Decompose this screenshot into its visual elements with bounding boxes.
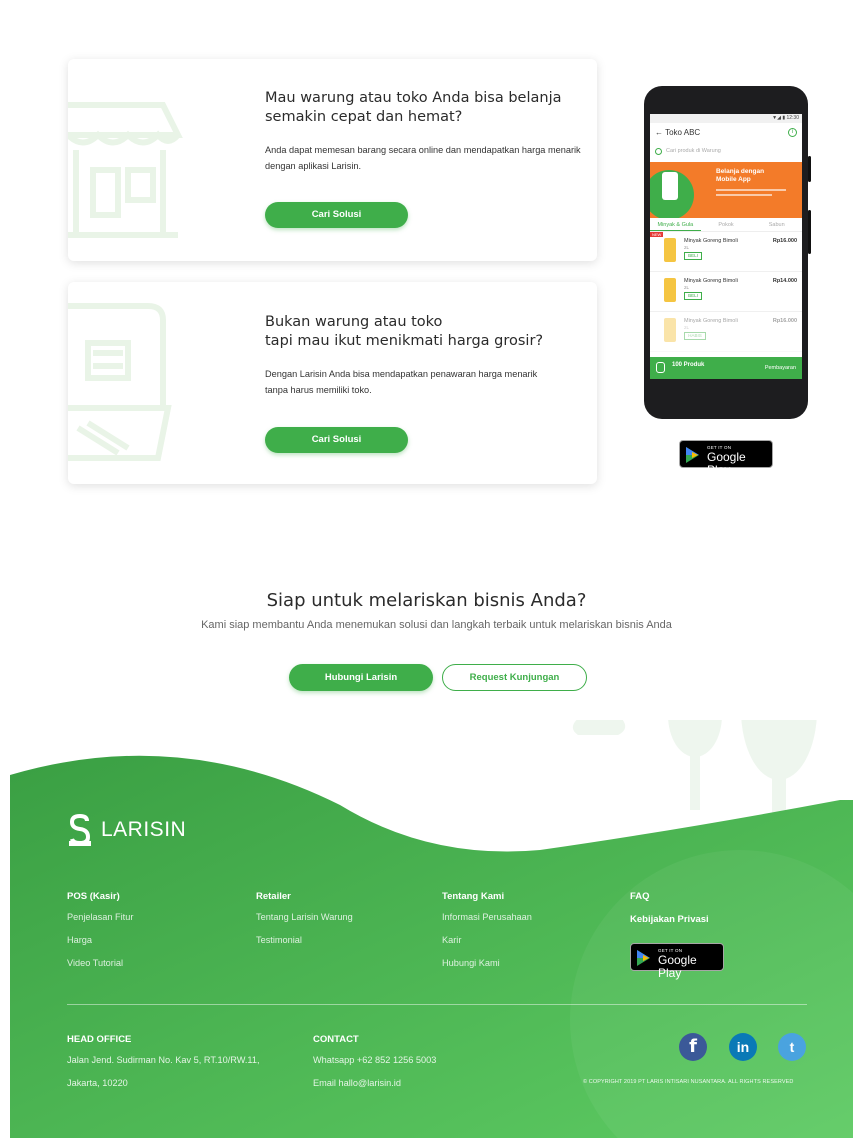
privacy-policy-link[interactable]: Kebijakan Privasi <box>630 914 709 925</box>
google-play-icon-part <box>643 955 649 961</box>
footer-heading[interactable]: Retailer <box>256 891 353 902</box>
page: Mau warung atau toko Anda bisa belanja s… <box>0 0 853 1138</box>
search-placeholder: Cari produk di Warung <box>666 148 721 154</box>
cta-subtitle: Kami siap membantu Anda menemukan solusi… <box>201 619 672 631</box>
product-name: Minyak Goreng Bimoli <box>684 278 738 284</box>
tab-pokok[interactable]: Pokok <box>701 218 752 231</box>
badge-big-text: Google Play <box>658 953 697 980</box>
larisin-logo[interactable]: LARISIN <box>67 812 186 847</box>
product-image <box>664 238 676 262</box>
faq-link[interactable]: FAQ <box>630 891 709 902</box>
card-title: Bukan warung atau toko tapi mau ikut men… <box>265 314 544 349</box>
footer-link[interactable]: Informasi Perusahaan <box>442 911 532 923</box>
larisin-logo-icon <box>69 813 91 846</box>
cari-solusi-button[interactable]: Cari Solusi <box>265 202 408 228</box>
promo-banner[interactable]: Belanja dengan Mobile App <box>650 162 802 218</box>
card-title: Mau warung atau toko Anda bisa belanja s… <box>265 90 562 125</box>
app-bar: ← Toko ABC i <box>650 123 802 142</box>
contact-heading: CONTACT <box>313 1034 359 1045</box>
product-price: Rp14.000 <box>772 278 797 284</box>
product-item[interactable]: Minyak Goreng Bimoli Rp16.000 2L HABIS <box>650 312 802 352</box>
tab-minyak-gula[interactable]: Minyak & Gula <box>650 218 701 231</box>
solution-card-grosir: Bukan warung atau toko tapi mau ikut men… <box>68 282 597 484</box>
banner-text-line <box>716 189 786 191</box>
contact: CONTACT Whatsapp +62 852 1256 5003 Email… <box>313 1034 436 1100</box>
buy-button[interactable]: BELI <box>684 252 702 260</box>
solution-card-warung: Mau warung atau toko Anda bisa belanja s… <box>68 59 597 261</box>
facebook-icon[interactable]: f <box>679 1033 707 1061</box>
request-kunjungan-button[interactable]: Request Kunjungan <box>442 664 587 691</box>
product-size: 2L <box>684 285 690 290</box>
product-size: 2L <box>684 245 690 250</box>
footer-link[interactable]: Testimonial <box>256 934 353 946</box>
footer-heading[interactable]: POS (Kasir) <box>67 891 133 902</box>
cart-bar[interactable]: 100 Produk Pembayaran <box>650 357 802 379</box>
hubungi-larisin-button[interactable]: Hubungi Larisin <box>289 664 433 691</box>
sold-out-label: HABIS <box>684 332 706 340</box>
product-item[interactable]: Minyak Goreng Bimoli Rp14.000 2L BELI <box>650 272 802 312</box>
footer-link[interactable]: Penjelasan Fitur <box>67 911 133 923</box>
footer-link[interactable]: Video Tutorial <box>67 957 133 969</box>
footer-link[interactable]: Karir <box>442 934 532 946</box>
footer-link[interactable]: Hubungi Kami <box>442 957 532 969</box>
banner-title: Belanja dengan Mobile App <box>716 168 765 183</box>
cari-solusi-button[interactable]: Cari Solusi <box>265 427 408 453</box>
head-office-heading: HEAD OFFICE <box>67 1034 132 1045</box>
phone-screen: ▼◢ ▮ 12:30 ← Toko ABC i Cari produk di W… <box>650 114 802 379</box>
card-body: Anda dapat memesan barang secara online … <box>265 145 581 171</box>
google-play-icon-part <box>692 452 698 458</box>
product-image <box>664 278 676 302</box>
phone-mockup: ▼◢ ▮ 12:30 ← Toko ABC i Cari produk di W… <box>644 86 811 419</box>
card-body: Dengan Larisin Anda bisa mendapatkan pen… <box>265 369 538 395</box>
mini-phone-illustration <box>662 172 678 200</box>
store-name[interactable]: ← Toko ABC <box>655 128 700 137</box>
product-price: Rp16.000 <box>772 238 797 244</box>
category-tabs: Minyak & Gula Pokok Sabun <box>650 218 802 232</box>
copyright-text: © COPYRIGHT 2019 PT LARIS INTISARI NUSAN… <box>583 1079 794 1085</box>
cart-illustration-icon <box>68 303 172 461</box>
info-icon[interactable]: i <box>788 128 797 137</box>
footer-column-retailer: Retailer Tentang Larisin Warung Testimon… <box>256 891 353 957</box>
product-price: Rp16.000 <box>772 318 797 324</box>
product-item[interactable]: NEW Minyak Goreng Bimoli Rp16.000 2L BEL… <box>650 232 802 272</box>
status-bar: ▼◢ ▮ 12:30 <box>650 114 802 123</box>
brand-name: LARISIN <box>101 817 187 841</box>
head-office: HEAD OFFICE Jalan Jend. Sudirman No. Kav… <box>67 1034 260 1100</box>
email-contact[interactable]: Email hallo@larisin.id <box>313 1077 436 1089</box>
buy-button[interactable]: BELI <box>684 292 702 300</box>
product-size: 2L <box>684 325 690 330</box>
address-line: Jakarta, 10220 <box>67 1078 128 1088</box>
cart-count: 100 Produk <box>672 362 705 368</box>
twitter-icon[interactable]: t <box>778 1033 806 1061</box>
phone-volume-button <box>808 156 811 182</box>
search-icon <box>655 147 662 155</box>
google-play-badge[interactable]: GET IT ON Google Play <box>679 440 773 477</box>
product-name: Minyak Goreng Bimoli <box>684 238 738 244</box>
footer-divider <box>67 1004 807 1005</box>
address-line: Jalan Jend. Sudirman No. Kav 5, RT.10/RW… <box>67 1055 260 1065</box>
new-badge: NEW <box>650 232 664 237</box>
footer-heading[interactable]: Tentang Kami <box>442 891 532 902</box>
cta-title: Siap untuk melariskan bisnis Anda? <box>266 590 587 611</box>
whatsapp-contact[interactable]: Whatsapp +62 852 1256 5003 <box>313 1054 436 1066</box>
tab-sabun[interactable]: Sabun <box>751 218 802 231</box>
badge-big-text: Google Play <box>707 450 746 477</box>
product-image <box>664 318 676 342</box>
footer-column-tentang: Tentang Kami Informasi Perusahaan Karir … <box>442 891 532 980</box>
cart-icon <box>656 362 665 373</box>
app-search-bar[interactable]: Cari produk di Warung <box>655 144 797 158</box>
footer-column-pos: POS (Kasir) Penjelasan Fitur Harga Video… <box>67 891 133 980</box>
linkedin-icon[interactable]: in <box>729 1033 757 1061</box>
footer-link[interactable]: Harga <box>67 934 133 946</box>
store-illustration-icon <box>68 102 183 238</box>
phone-power-button <box>808 210 811 254</box>
google-play-badge[interactable]: GET IT ON Google Play <box>630 943 724 980</box>
footer-link[interactable]: Tentang Larisin Warung <box>256 911 353 923</box>
tree-decoration <box>572 720 817 820</box>
payment-button[interactable]: Pembayaran <box>765 365 796 371</box>
product-name: Minyak Goreng Bimoli <box>684 318 738 324</box>
footer-column-faq: FAQ Kebijakan Privasi <box>630 891 709 937</box>
banner-text-line <box>716 194 772 196</box>
